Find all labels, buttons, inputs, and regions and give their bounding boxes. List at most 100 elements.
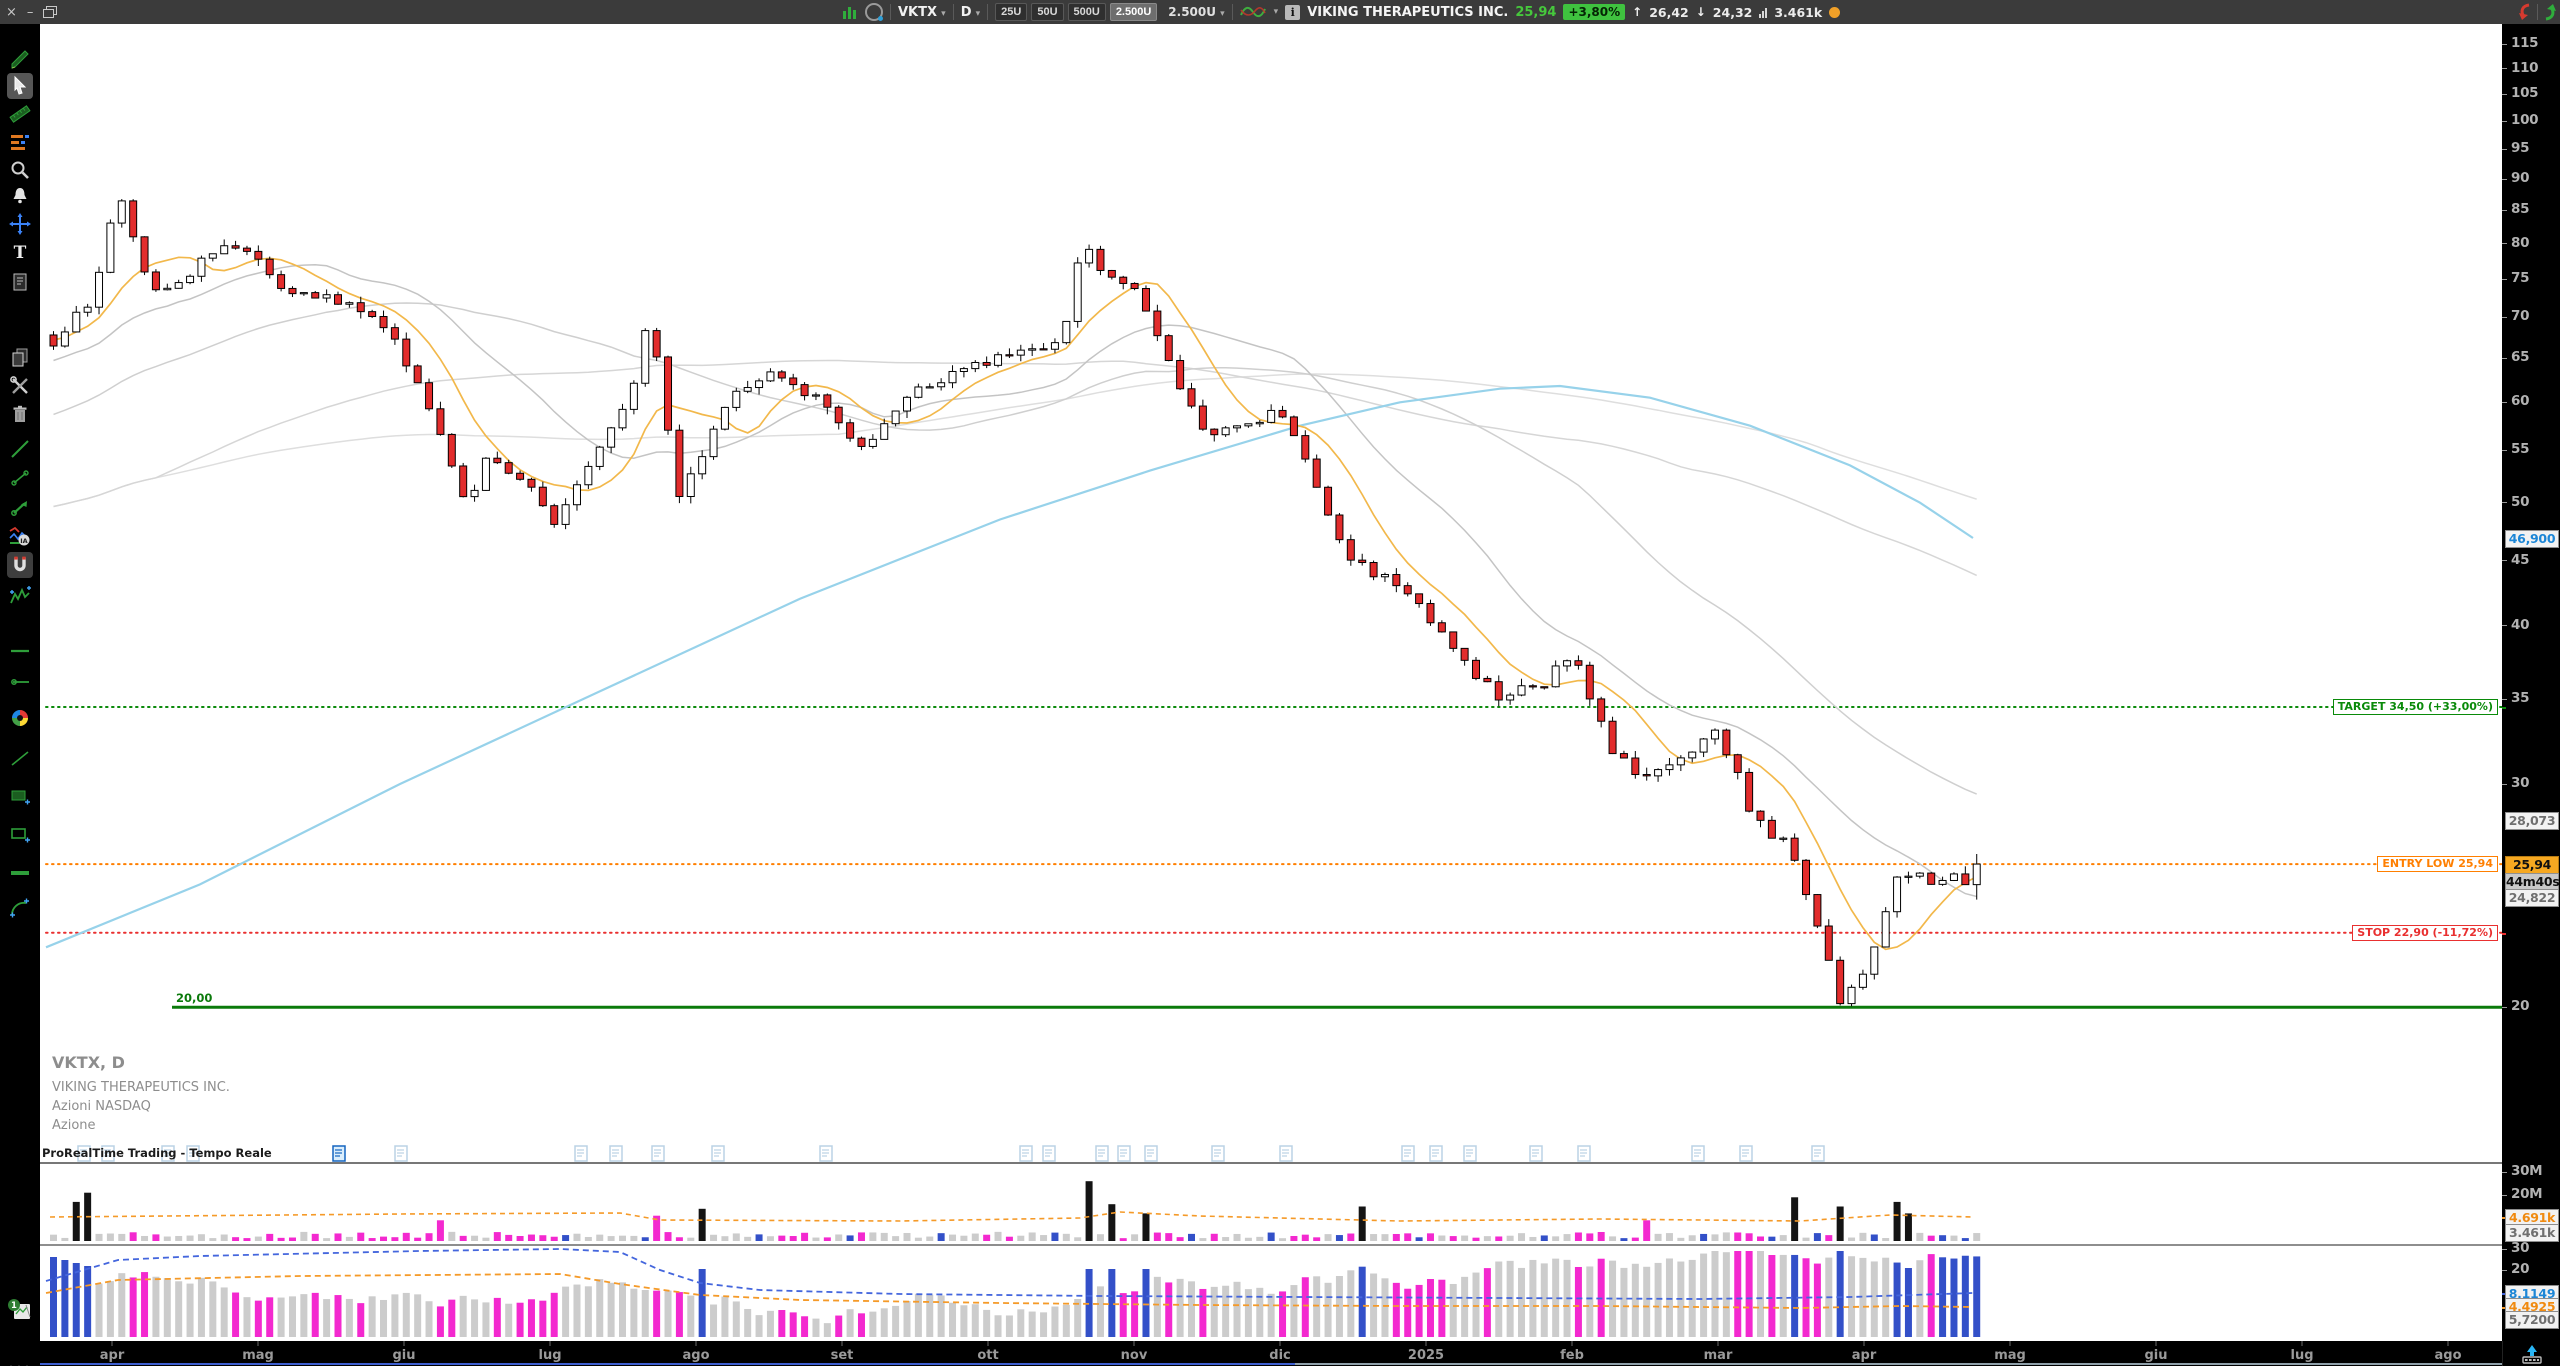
order-panel-icon[interactable]	[2519, 1344, 2545, 1364]
news-document-icon[interactable]	[1118, 1146, 1130, 1161]
indicator-preset-1-icon[interactable]: 1	[7, 1297, 33, 1323]
news-document-icon[interactable]	[1530, 1146, 1542, 1161]
arrow-line-icon[interactable]	[7, 494, 33, 520]
chevron-down-icon: ▾	[938, 9, 946, 19]
horizontal-segment-icon[interactable]	[7, 669, 33, 695]
news-document-icon[interactable]	[1212, 1146, 1224, 1161]
rectangle-filled-icon[interactable]	[7, 783, 33, 809]
target-level-label[interactable]: TARGET 34,50 (+33,00%)	[2333, 699, 2498, 715]
quick-buy-icon[interactable]	[2542, 3, 2558, 21]
axis-tick	[2502, 210, 2507, 211]
news-document-icon[interactable]	[652, 1146, 664, 1161]
news-document-icon[interactable]	[333, 1146, 345, 1161]
time-axis-label: apr	[1852, 1348, 1877, 1363]
axis-tick	[2502, 94, 2507, 95]
axis-tick	[2502, 625, 2507, 626]
news-document-icon[interactable]	[1464, 1146, 1476, 1161]
axis-tick	[2502, 179, 2507, 180]
copy-pages-icon[interactable]	[7, 344, 33, 370]
draw-pencil-icon[interactable]	[7, 47, 33, 73]
diagonal-line-icon[interactable]	[7, 745, 33, 771]
trendline-icon[interactable]	[7, 436, 33, 462]
axis-tick	[2502, 502, 2507, 503]
news-document-icon[interactable]	[1096, 1146, 1108, 1161]
thick-line-icon[interactable]	[7, 860, 33, 886]
text-icon[interactable]: T	[7, 239, 33, 265]
order-quantity-dropdown[interactable]: 2.500U ▾	[1168, 5, 1224, 19]
time-axis-label: mag	[242, 1348, 274, 1363]
toolbar-divider	[890, 4, 891, 20]
timeframe-selector[interactable]: D ▾	[961, 5, 980, 20]
tools-icon[interactable]	[7, 373, 33, 399]
instrument-info-icon[interactable]: i	[1285, 5, 1300, 20]
news-document-icon[interactable]	[1692, 1146, 1704, 1161]
volume-icon	[1759, 7, 1767, 18]
candlestick-style-icon[interactable]	[843, 5, 856, 19]
restore-window-icon[interactable]	[43, 9, 54, 18]
entry-level-label[interactable]: ENTRY LOW 25,94	[2377, 856, 2498, 872]
chevron-down-icon[interactable]: ▾	[1274, 7, 1279, 17]
news-document-icon[interactable]	[1020, 1146, 1032, 1161]
arc-icon[interactable]	[7, 895, 33, 921]
news-document-icon[interactable]	[820, 1146, 832, 1161]
qty-button-500u[interactable]: 500U	[1068, 3, 1106, 21]
move-icon[interactable]	[7, 211, 33, 237]
color-wheel-icon[interactable]	[7, 705, 33, 731]
measure-ruler-icon[interactable]	[7, 101, 33, 127]
price-chart-canvas[interactable]: aprmaggiulugagosetottnovdic2025febmarapr…	[40, 24, 2502, 1366]
quick-sell-icon[interactable]	[2517, 3, 2533, 21]
rectangle-outline-icon[interactable]	[7, 821, 33, 847]
axis-tick	[2502, 279, 2507, 280]
minimize-window-icon[interactable]: –	[27, 5, 34, 20]
news-document-icon[interactable]	[1578, 1146, 1590, 1161]
news-document-icon[interactable]	[1812, 1146, 1824, 1161]
trash-icon[interactable]	[7, 401, 33, 427]
chart-type-icon[interactable]	[1240, 4, 1266, 20]
news-document-icon[interactable]	[712, 1146, 724, 1161]
platform-icon[interactable]	[865, 3, 883, 21]
pattern-peaks-icon[interactable]	[7, 583, 33, 609]
horizontal-line-icon[interactable]	[7, 638, 33, 664]
price-tick-label: 110	[2511, 60, 2538, 76]
quantity-buttons: 25U50U 500U2.500U	[995, 3, 1157, 21]
alert-bell-icon[interactable]	[7, 183, 33, 209]
news-document-icon[interactable]	[1740, 1146, 1752, 1161]
news-document-icon[interactable]	[575, 1146, 587, 1161]
axis-tick-label: 30M	[2511, 1163, 2542, 1179]
cursor-icon[interactable]	[7, 73, 33, 99]
news-document-icon[interactable]	[1145, 1146, 1157, 1161]
forecast-ai-icon[interactable]: IA	[7, 523, 33, 549]
axis-tick	[2502, 243, 2507, 244]
price-axis[interactable]: 115 110 105 100 95 90 85 80 75 70 65 60 …	[2502, 24, 2560, 1341]
more-icon[interactable]	[7, 1355, 33, 1366]
stop-level-label[interactable]: STOP 22,90 (-11,72%)	[2352, 925, 2498, 941]
qty-button-50u[interactable]: 50U	[1031, 3, 1063, 21]
news-document-icon[interactable]	[610, 1146, 622, 1161]
axis-value-box: 25,94	[2505, 856, 2559, 874]
axis-value-box: 5,7200	[2505, 1311, 2559, 1329]
news-document-icon[interactable]	[1280, 1146, 1292, 1161]
window-controls: × –	[6, 0, 54, 24]
chevron-down-icon: ▾	[972, 9, 980, 19]
magnet-icon[interactable]	[7, 552, 33, 578]
qty-button-2.500u[interactable]: 2.500U	[1110, 3, 1157, 21]
news-document-icon[interactable]	[1402, 1146, 1414, 1161]
news-document-icon[interactable]	[7, 269, 33, 295]
axis-tick	[2502, 450, 2507, 451]
qty-button-25u[interactable]: 25U	[995, 3, 1027, 21]
indicator-settings-icon[interactable]	[7, 129, 33, 155]
segment-icon[interactable]	[7, 465, 33, 491]
zoom-icon[interactable]	[7, 157, 33, 183]
price-tick-label: 95	[2511, 140, 2529, 156]
price-tick-label: 30	[2511, 775, 2529, 791]
close-window-icon[interactable]: ×	[6, 5, 17, 20]
news-document-icon[interactable]	[1043, 1146, 1055, 1161]
support-level-label[interactable]: 20,00	[176, 991, 212, 1005]
price-tick-label: 105	[2511, 85, 2538, 101]
axis-tick	[2502, 1195, 2507, 1196]
toolbar-divider	[1232, 4, 1233, 20]
symbol-selector[interactable]: VKTX ▾	[898, 5, 946, 20]
news-document-icon[interactable]	[1430, 1146, 1442, 1161]
news-document-icon[interactable]	[395, 1146, 407, 1161]
price-tick-label: 100	[2511, 112, 2538, 128]
